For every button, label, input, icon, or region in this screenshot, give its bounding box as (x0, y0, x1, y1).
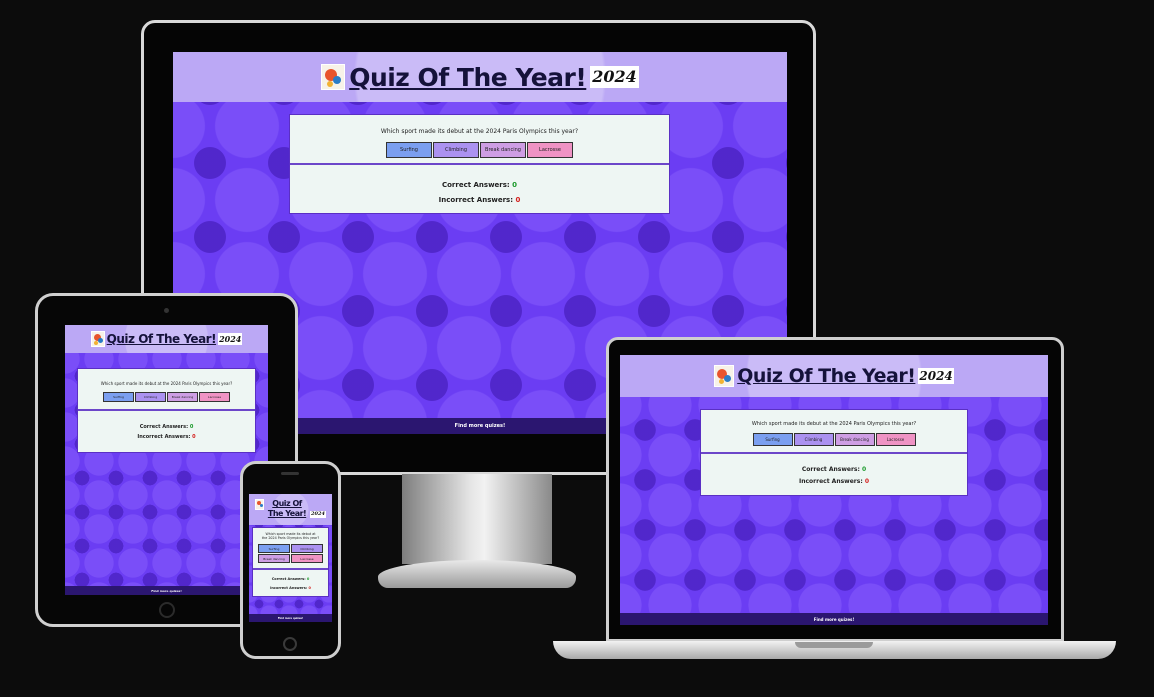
incorrect-label: Incorrect Answers: (438, 196, 514, 204)
background-pattern (65, 325, 268, 595)
quiz-logo-icon (714, 365, 735, 387)
incorrect-count: 0 (192, 434, 196, 440)
answer-buttons: Surfing Climbing Break dancing Lacrosse (290, 142, 669, 158)
site-title[interactable]: Quiz Of The Year! (265, 499, 309, 519)
incorrect-label: Incorrect Answers: (270, 586, 308, 590)
footer-link[interactable]: Find more quizes! (814, 617, 855, 622)
question-area: Which sport made its debut at the 2024 P… (701, 410, 967, 454)
site-header: Quiz Of The Year! 2024 (249, 494, 332, 525)
answer-button-surfing[interactable]: Surfing (258, 544, 290, 553)
monitor-stand-neck (402, 474, 552, 564)
question-area: Which sport made its debut at the 2024 P… (253, 528, 328, 570)
question-text: Which sport made its debut at the 2024 P… (751, 421, 917, 427)
answer-buttons: Surfing Climbing Break dancing Lacrosse (78, 392, 255, 402)
correct-count: 0 (306, 577, 310, 581)
answer-button-climbing[interactable]: Climbing (135, 392, 166, 402)
home-button-icon[interactable] (283, 637, 297, 651)
correct-count: 0 (512, 181, 518, 189)
correct-score: Correct Answers: 0 (701, 464, 967, 476)
answer-button-surfing[interactable]: Surfing (386, 142, 432, 158)
question-area: Which sport made its debut at the 2024 P… (78, 369, 255, 411)
answer-button-lacrosse[interactable]: Lacrosse (875, 433, 916, 446)
incorrect-count: 0 (308, 586, 311, 590)
site-header: Quiz Of The Year! 2024 (173, 52, 787, 102)
laptop-notch (795, 642, 873, 648)
laptop-screen: Quiz Of The Year! 2024 Which sport made … (620, 355, 1048, 625)
footer-link[interactable]: Find more quizes! (455, 423, 506, 429)
answer-button-lacrosse[interactable]: Lacrosse (199, 392, 230, 402)
score-area: Correct Answers: 0 Incorrect Answers: 0 (701, 454, 967, 488)
correct-label: Correct Answers: (801, 466, 860, 473)
answer-button-lacrosse[interactable]: Lacrosse (291, 554, 323, 563)
site-header: Quiz Of The Year! 2024 (65, 325, 268, 353)
answer-buttons: Surfing Climbing Break dancing Lacrosse (258, 544, 324, 563)
correct-score: Correct Answers: 0 (253, 575, 328, 584)
answer-button-surfing[interactable]: Surfing (103, 392, 134, 402)
score-area: Correct Answers: 0 Incorrect Answers: 0 (78, 411, 255, 442)
quiz-card: Which sport made its debut at the 2024 P… (289, 114, 670, 214)
score-area: Correct Answers: 0 Incorrect Answers: 0 (253, 570, 328, 593)
phone-screen: Quiz Of The Year! 2024 Which sport made … (249, 494, 332, 622)
question-text: Which sport made its debut at the 2024 P… (100, 381, 233, 386)
correct-label: Correct Answers: (139, 424, 189, 430)
quiz-logo-icon (90, 331, 105, 347)
correct-count: 0 (189, 424, 194, 430)
site-footer: Find more quizes! (249, 614, 332, 622)
answer-buttons: Surfing Climbing Break dancing Lacrosse (701, 433, 967, 446)
incorrect-count: 0 (864, 478, 869, 485)
correct-label: Correct Answers: (441, 181, 510, 189)
incorrect-score: Incorrect Answers: 0 (290, 193, 669, 208)
answer-button-break-dancing[interactable]: Break dancing (480, 142, 526, 158)
answer-button-break-dancing[interactable]: Break dancing (834, 433, 875, 446)
speaker-icon (281, 472, 299, 475)
answer-button-lacrosse[interactable]: Lacrosse (527, 142, 573, 158)
question-text: Which sport made its debut at the 2024 P… (380, 128, 579, 135)
monitor-stand-foot (378, 560, 576, 588)
incorrect-score: Incorrect Answers: 0 (701, 476, 967, 488)
incorrect-count: 0 (515, 196, 521, 204)
site-footer: Find more quizes! (65, 586, 268, 595)
year-2024-badge: 2024 (590, 66, 639, 88)
correct-label: Correct Answers: (271, 577, 306, 581)
quiz-logo-icon (321, 64, 346, 90)
correct-score: Correct Answers: 0 (78, 422, 255, 432)
site-title[interactable]: Quiz Of The Year! (737, 365, 916, 387)
correct-count: 0 (861, 466, 867, 473)
site-title[interactable]: Quiz Of The Year! (107, 332, 217, 346)
correct-score: Correct Answers: 0 (290, 178, 669, 193)
quiz-card: Which sport made its debut at the 2024 P… (77, 368, 256, 453)
quiz-logo-icon (255, 499, 265, 510)
tablet-screen: Quiz Of The Year! 2024 Which sport made … (65, 325, 268, 595)
incorrect-label: Incorrect Answers: (799, 478, 863, 485)
question-text-line-2: the 2024 Paris Olympics this year? (261, 536, 320, 540)
year-2024-badge: 2024 (310, 511, 326, 518)
footer-link[interactable]: Find more quizes! (278, 617, 303, 620)
year-2024-badge: 2024 (918, 368, 954, 384)
incorrect-score: Incorrect Answers: 0 (78, 432, 255, 442)
site-header: Quiz Of The Year! 2024 (620, 355, 1048, 397)
incorrect-label: Incorrect Answers: (137, 434, 191, 440)
quiz-card: Which sport made its debut at the 2024 P… (252, 527, 329, 597)
year-2024-badge: 2024 (218, 333, 243, 345)
incorrect-score: Incorrect Answers: 0 (253, 584, 328, 593)
quiz-card: Which sport made its debut at the 2024 P… (700, 409, 968, 496)
answer-button-climbing[interactable]: Climbing (291, 544, 323, 553)
answer-button-climbing[interactable]: Climbing (433, 142, 479, 158)
camera-icon (164, 308, 169, 313)
home-button-icon[interactable] (159, 602, 175, 618)
answer-button-break-dancing[interactable]: Break dancing (167, 392, 198, 402)
footer-link[interactable]: Find more quizes! (151, 589, 181, 593)
question-area: Which sport made its debut at the 2024 P… (290, 115, 669, 165)
answer-button-break-dancing[interactable]: Break dancing (258, 554, 290, 563)
answer-button-surfing[interactable]: Surfing (752, 433, 793, 446)
site-title[interactable]: Quiz Of The Year! (349, 63, 587, 92)
score-area: Correct Answers: 0 Incorrect Answers: 0 (290, 165, 669, 208)
answer-button-climbing[interactable]: Climbing (793, 433, 834, 446)
site-footer: Find more quizes! (620, 613, 1048, 625)
